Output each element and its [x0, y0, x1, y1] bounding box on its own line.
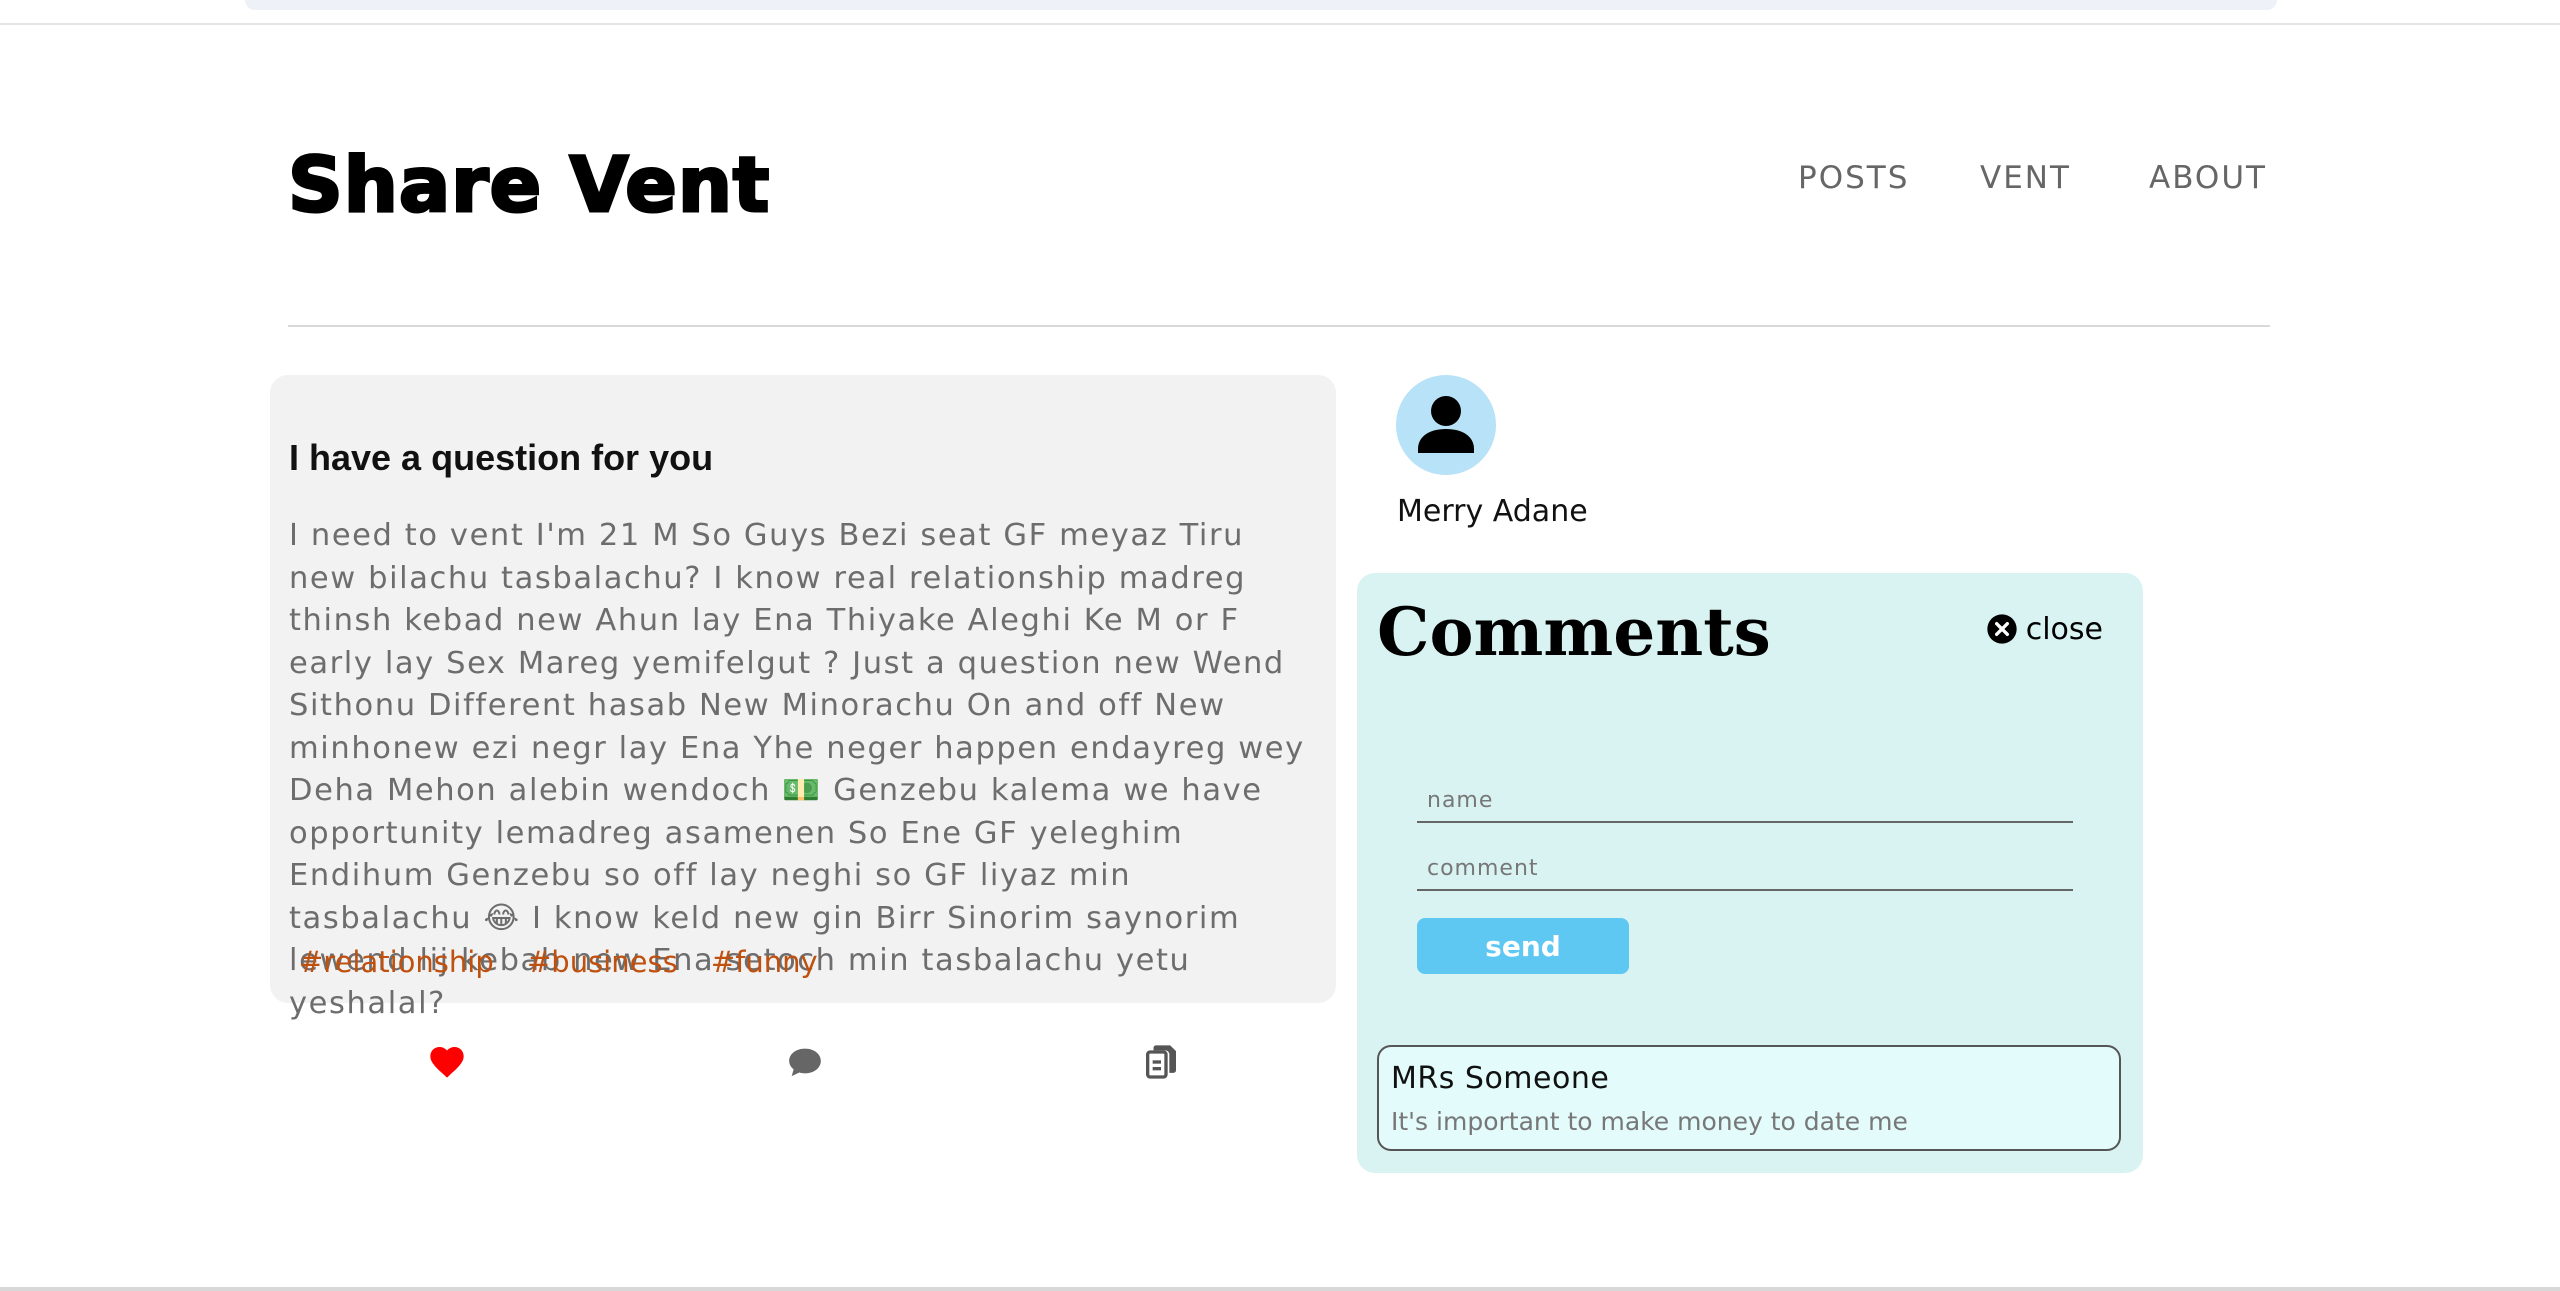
- close-icon: [1987, 614, 2017, 644]
- browser-top-strip: [245, 0, 2277, 10]
- user-name[interactable]: Merry Adane: [1397, 494, 1588, 529]
- post-title: I have a question for you: [289, 437, 714, 478]
- close-label: close: [2025, 611, 2103, 647]
- top-divider: [0, 23, 2560, 25]
- comment-input[interactable]: [1417, 847, 2073, 891]
- copy-button[interactable]: [1141, 1042, 1181, 1082]
- header-divider: [288, 325, 2270, 327]
- comment-author: MRs Someone: [1391, 1061, 1610, 1096]
- user-avatar[interactable]: [1396, 375, 1496, 475]
- post-card: I have a question for you I need to vent…: [270, 375, 1336, 1021]
- close-button[interactable]: close: [1986, 611, 2103, 647]
- like-button[interactable]: [427, 1042, 467, 1082]
- comments-title: Comments: [1377, 593, 1771, 671]
- page: Share Vent POSTS VENT ABOUT I have a que…: [0, 0, 2560, 1291]
- copy-icon: [1146, 1045, 1176, 1079]
- comment-button[interactable]: [785, 1042, 825, 1082]
- tag-business[interactable]: #business: [527, 945, 678, 979]
- comment-text: It's important to make money to date me: [1391, 1107, 1908, 1136]
- tag-relationship[interactable]: #relationship: [299, 945, 494, 979]
- user-icon: [1418, 396, 1474, 453]
- comment-item: MRs Someone It's important to make money…: [1377, 1045, 2121, 1151]
- nav-about-link[interactable]: ABOUT: [2149, 160, 2267, 196]
- comment-icon: [789, 1048, 821, 1077]
- tag-funny[interactable]: #funny: [711, 945, 818, 979]
- post-tags: #relationship #business #funny: [299, 945, 842, 979]
- nav-vent-link[interactable]: VENT: [1980, 160, 2071, 196]
- comments-panel: Comments close send MRs Someone It's imp…: [1357, 573, 2143, 1173]
- heart-icon: [430, 1047, 464, 1078]
- nav-posts-link[interactable]: POSTS: [1798, 160, 1909, 196]
- bottom-divider: [0, 1287, 2560, 1291]
- main-nav: POSTS VENT ABOUT: [0, 160, 2560, 204]
- send-button[interactable]: send: [1417, 918, 1629, 974]
- name-input[interactable]: [1417, 779, 2073, 823]
